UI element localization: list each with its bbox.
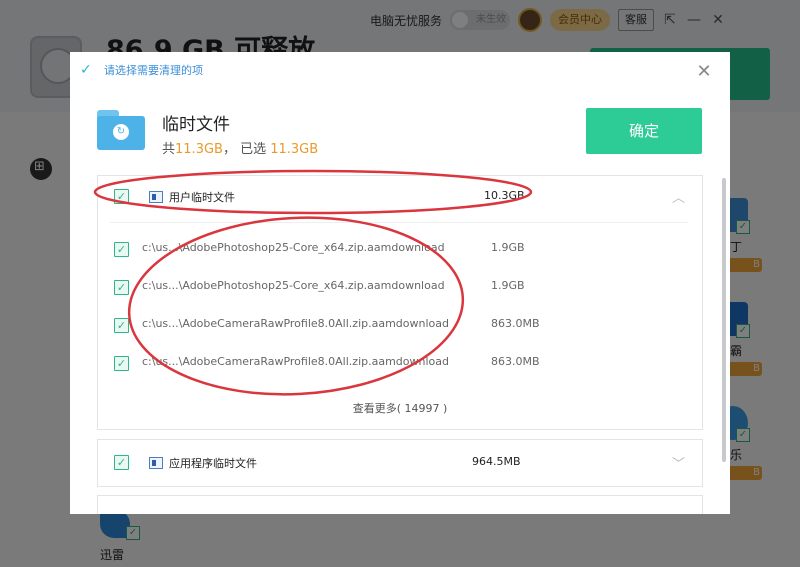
category-title: 临时文件 — [162, 115, 230, 135]
summary-separator: ， 已选 — [222, 142, 267, 157]
file-checkbox[interactable]: ✓ — [114, 242, 129, 257]
file-size: 1.9GB — [491, 241, 525, 254]
chevron-down-icon[interactable]: ﹀ — [672, 453, 685, 472]
confirm-button[interactable]: 确定 — [586, 108, 702, 154]
file-size: 1.9GB — [491, 279, 525, 292]
section-size: 964.5MB — [472, 455, 521, 468]
list-item[interactable]: ✓ c:\us...\AdobeCameraRawProfile8.0All.z… — [98, 346, 702, 384]
section-label: 用户临时文件 — [169, 191, 235, 204]
file-path: c:\us...\AdobeCameraRawProfile8.0All.zip… — [142, 317, 449, 330]
dialog-title: 请选择需要清理的项 — [104, 64, 203, 77]
section-next-partial — [97, 495, 703, 514]
file-size: 863.0MB — [491, 355, 540, 368]
file-path: c:\us...\AdobeCameraRawProfile8.0All.zip… — [142, 355, 449, 368]
section-checkbox[interactable]: ✓ — [114, 189, 129, 204]
list-item[interactable]: ✓ c:\us...\AdobePhotoshop25-Core_x64.zip… — [98, 270, 702, 308]
summary-selected: 11.3GB — [270, 142, 319, 157]
app-logo-icon: ✓ — [80, 62, 92, 78]
list-item[interactable]: ✓ c:\us...\AdobePhotoshop25-Core_x64.zip… — [98, 232, 702, 270]
chevron-up-icon[interactable]: ︿ — [672, 187, 685, 206]
summary-total-prefix: 共 — [162, 142, 176, 157]
section-checkbox[interactable]: ✓ — [114, 455, 129, 470]
category-summary: 共11.3GB， 已选 11.3GB — [162, 138, 318, 157]
file-size: 863.0MB — [491, 317, 540, 330]
divider — [110, 222, 688, 223]
section-label: 应用程序临时文件 — [169, 457, 257, 470]
file-type-icon — [149, 191, 163, 203]
folder-icon: ↻ — [97, 110, 145, 150]
section-size: 10.3GB — [484, 189, 525, 202]
cleanup-dialog: ✓ 请选择需要清理的项 ✕ ↻ 临时文件 共11.3GB， 已选 11.3GB … — [70, 52, 730, 514]
summary-total: 11.3GB — [175, 142, 223, 157]
file-checkbox[interactable]: ✓ — [114, 280, 129, 295]
section-header[interactable]: ✓ 用户临时文件 10.3GB ︿ — [98, 176, 702, 222]
close-button[interactable]: ✕ — [694, 62, 714, 82]
file-checkbox[interactable]: ✓ — [114, 356, 129, 371]
file-path: c:\us...\AdobePhotoshop25-Core_x64.zip.a… — [142, 241, 445, 254]
show-more-link[interactable]: 查看更多( 14997 ) — [98, 400, 702, 416]
file-path: c:\us...\AdobePhotoshop25-Core_x64.zip.a… — [142, 279, 445, 292]
section-user-temp: ✓ 用户临时文件 10.3GB ︿ ✓ c:\us...\AdobePhotos… — [97, 175, 703, 430]
file-type-icon — [149, 457, 163, 469]
section-app-temp[interactable]: ✓ 应用程序临时文件 964.5MB ﹀ — [97, 439, 703, 487]
file-checkbox[interactable]: ✓ — [114, 318, 129, 333]
scrollbar[interactable] — [722, 178, 726, 462]
list-item[interactable]: ✓ c:\us...\AdobeCameraRawProfile8.0All.z… — [98, 308, 702, 346]
